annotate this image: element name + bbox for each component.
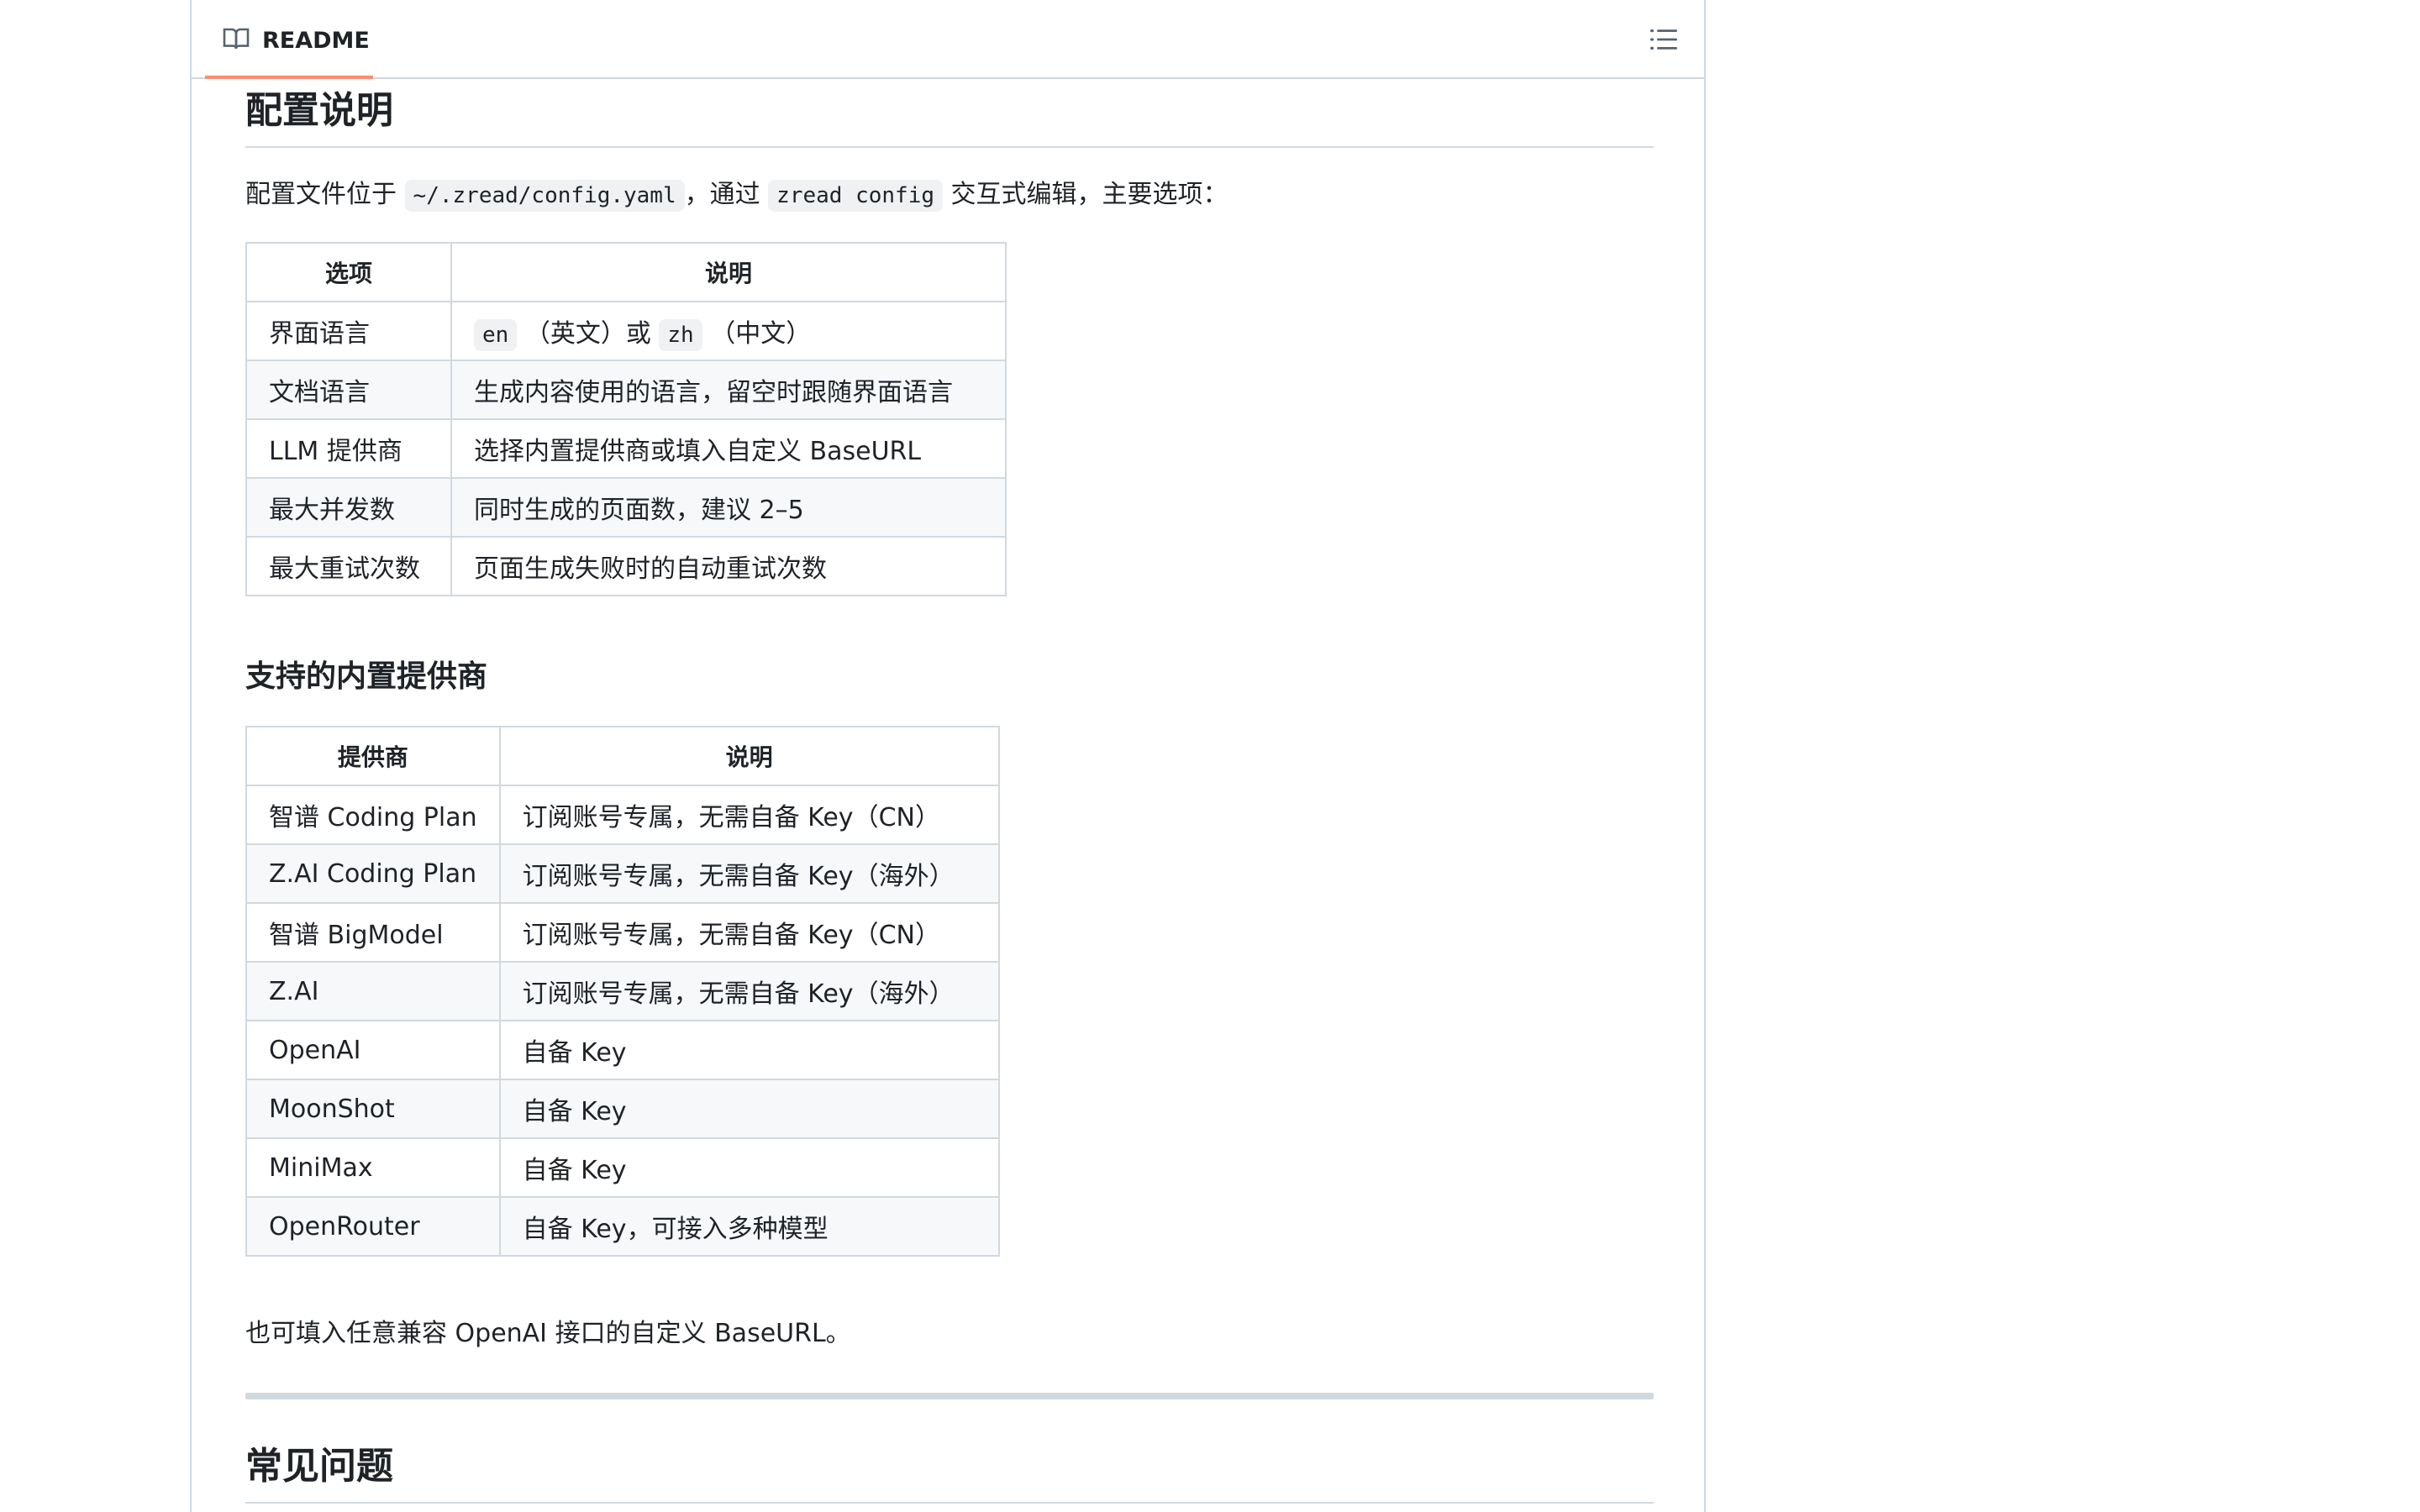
option-cell: 最大并发数	[245, 477, 452, 538]
table-row: Z.AI 订阅账号专属，无需自备 Key（海外）	[245, 961, 1000, 1021]
table-row: LLM 提供商 选择内置提供商或填入自定义 BaseURL	[245, 418, 1007, 479]
option-cell: 文档语言	[245, 360, 452, 420]
providers-footnote: 也可填入任意兼容 OpenAI 接口的自定义 BaseURL。	[245, 1319, 851, 1348]
description-cell: 订阅账号专属，无需自备 Key（CN）	[498, 902, 1000, 963]
description-cell: 选择内置提供商或填入自定义 BaseURL	[450, 418, 1007, 479]
option-cell: 最大重试次数	[245, 536, 452, 596]
description-cell: 订阅账号专属，无需自备 Key（CN）	[498, 785, 1000, 845]
table-row: 界面语言 en （英文）或 zh （中文）	[245, 301, 1007, 361]
horizontal-rule	[245, 1393, 1654, 1399]
table-row: 智谱 BigModel 订阅账号专属，无需自备 Key（CN）	[245, 902, 1000, 963]
readme-label: README	[262, 28, 370, 54]
heading-rule	[245, 1502, 1654, 1504]
description-cell: en （英文）或 zh （中文）	[450, 301, 1007, 361]
list-unordered-icon[interactable]	[1650, 27, 1677, 52]
provider-cell: 智谱 BigModel	[245, 902, 501, 963]
provider-cell: MoonShot	[245, 1079, 501, 1139]
description-cell: 订阅账号专属，无需自备 Key（海外）	[498, 843, 1000, 904]
config-options-table: 选项 说明 界面语言 en （英文）或 zh （中文） 文档语言 生成内容使用的…	[245, 242, 1007, 596]
description-cell: 自备 Key，可接入多种模型	[498, 1196, 1000, 1257]
provider-cell: 智谱 Coding Plan	[245, 785, 501, 845]
providers-table: 提供商 说明 智谱 Coding Plan 订阅账号专属，无需自备 Key（CN…	[245, 726, 1000, 1257]
description-text: （中文）	[702, 319, 812, 349]
table-row: MiniMax 自备 Key	[245, 1137, 1000, 1198]
table-row: 最大并发数 同时生成的页面数，建议 2–5	[245, 477, 1007, 538]
table-row: 智谱 Coding Plan 订阅账号专属，无需自备 Key（CN）	[245, 785, 1000, 845]
book-icon	[223, 28, 250, 50]
provider-cell: Z.AI	[245, 961, 501, 1021]
description-cell: 自备 Key	[498, 1137, 1000, 1198]
providers-heading: 支持的内置提供商	[245, 659, 488, 694]
table-header-row: 提供商 说明	[245, 726, 1000, 786]
table-row: OpenRouter 自备 Key，可接入多种模型	[245, 1196, 1000, 1257]
heading-rule	[245, 146, 1654, 148]
readme-tab[interactable]: README	[205, 0, 373, 79]
description-cell: 自备 Key	[498, 1020, 1000, 1080]
intro-text-3: 交互式编辑，主要选项：	[943, 180, 1228, 209]
table-row: Z.AI Coding Plan 订阅账号专属，无需自备 Key（海外）	[245, 843, 1000, 904]
column-header-description: 说明	[450, 242, 1007, 302]
description-cell: 自备 Key	[498, 1079, 1000, 1139]
description-cell: 生成内容使用的语言，留空时跟随界面语言	[450, 360, 1007, 420]
table-row: MoonShot 自备 Key	[245, 1079, 1000, 1139]
table-row: 最大重试次数 页面生成失败时的自动重试次数	[245, 536, 1007, 596]
table-row: OpenAI 自备 Key	[245, 1020, 1000, 1080]
description-cell: 订阅账号专属，无需自备 Key（海外）	[498, 961, 1000, 1021]
intro-text-1: 配置文件位于	[245, 180, 405, 209]
provider-cell: OpenAI	[245, 1020, 501, 1080]
provider-cell: MiniMax	[245, 1137, 501, 1198]
table-row: 文档语言 生成内容使用的语言，留空时跟随界面语言	[245, 360, 1007, 420]
provider-cell: OpenRouter	[245, 1196, 501, 1257]
config-intro: 配置文件位于 ~/.zread/config.yaml ，通过 zread con…	[245, 176, 1228, 214]
config-heading: 配置说明	[245, 89, 393, 132]
column-header-provider: 提供商	[245, 726, 501, 786]
config-path-code: ~/.zread/config.yaml	[404, 180, 685, 212]
option-cell: 界面语言	[245, 301, 452, 361]
lang-code-zh: zh	[659, 319, 702, 351]
description-text: （英文）或	[517, 319, 660, 349]
description-cell: 页面生成失败时的自动重试次数	[450, 536, 1007, 596]
description-cell: 同时生成的页面数，建议 2–5	[450, 477, 1007, 538]
readme-header: README	[192, 0, 1704, 79]
option-cell: LLM 提供商	[245, 418, 452, 479]
provider-cell: Z.AI Coding Plan	[245, 843, 501, 904]
table-header-row: 选项 说明	[245, 242, 1007, 302]
config-command-code: zread config	[768, 180, 944, 212]
readme-panel: README 配置说明 配置文件位于 ~/.zread/config.yaml，…	[190, 0, 1706, 1512]
column-header-description: 说明	[498, 726, 1000, 786]
column-header-option: 选项	[245, 242, 452, 302]
lang-code-en: en	[474, 319, 518, 351]
faq-heading: 常见问题	[245, 1445, 393, 1488]
intro-text-2: ，通过	[684, 180, 769, 209]
